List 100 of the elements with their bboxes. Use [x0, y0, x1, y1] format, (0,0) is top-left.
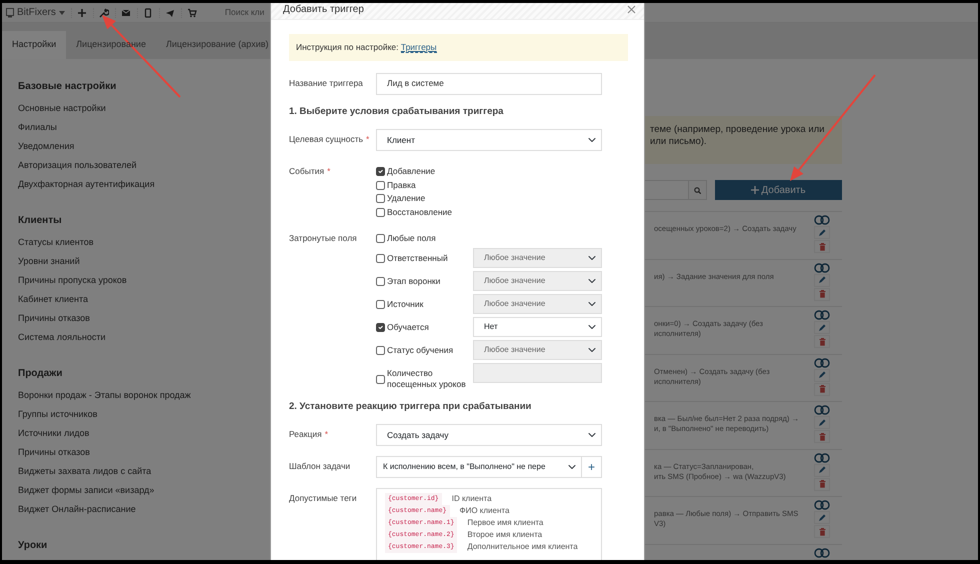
required-mark: *: [366, 134, 370, 144]
checkbox[interactable]: [376, 254, 385, 263]
checkbox[interactable]: [376, 194, 385, 204]
tab[interactable]: Лицензирование (архив): [156, 31, 278, 59]
instruction-link[interactable]: Триггеры: [400, 42, 437, 53]
trash-icon: [818, 432, 826, 440]
toggle-icon[interactable]: [814, 310, 830, 320]
phone-icon[interactable]: [143, 8, 154, 18]
sidebar-link[interactable]: Кабинет клиента: [18, 293, 270, 312]
monitor-icon: [6, 8, 14, 18]
tab[interactable]: Настройки: [2, 31, 66, 59]
trash-icon: [818, 290, 826, 298]
sidebar-link[interactable]: Группы источников: [18, 408, 270, 427]
delete-button[interactable]: [814, 335, 830, 348]
sidebar-link[interactable]: Авторизация пользователей: [18, 159, 270, 178]
sidebar-link[interactable]: Основные настройки: [18, 102, 270, 121]
caret-icon[interactable]: [58, 10, 65, 14]
checkbox[interactable]: [376, 208, 385, 217]
checkbox[interactable]: [376, 234, 385, 243]
checkbox-label: Этап воронки: [387, 276, 440, 287]
pencil-icon: [818, 276, 826, 284]
close-button[interactable]: [627, 5, 636, 14]
toggle-icon[interactable]: [814, 548, 830, 558]
checkbox-label: Статус обучения: [387, 345, 454, 356]
checkbox[interactable]: [376, 346, 385, 355]
sidebar-link[interactable]: Двухфакторная аутентификация: [18, 178, 270, 197]
add-template-button[interactable]: +: [582, 456, 602, 478]
tag-description: ФИО клиента: [460, 505, 510, 518]
cart-icon[interactable]: [187, 8, 198, 18]
section-heading: 1. Выберите условия срабатывания триггера: [289, 104, 504, 119]
sidebar-link[interactable]: Виджет Онлайн-расписание: [18, 503, 270, 522]
sidebar-link[interactable]: Причины отказов: [18, 312, 270, 331]
plus-icon[interactable]: [77, 8, 88, 18]
checkbox[interactable]: [376, 374, 385, 384]
field-label: Реакция: [289, 429, 322, 440]
sidebar-link[interactable]: Воронки продаж - Этапы воронок продаж: [18, 389, 270, 408]
pencil-icon: [818, 371, 826, 379]
field-label: Шаблон задачи: [289, 461, 350, 472]
delete-button[interactable]: [814, 240, 830, 253]
toggle-icon[interactable]: [814, 215, 830, 225]
sidebar-link[interactable]: Уведомления: [18, 140, 270, 159]
trash-icon: [818, 528, 826, 536]
dropdown[interactable]: Создать задачу: [376, 424, 602, 446]
toggle-icon[interactable]: [814, 452, 830, 462]
toggle-icon[interactable]: [814, 262, 830, 272]
paper-plane-icon[interactable]: [165, 8, 176, 18]
field-label: Затронутые поля: [289, 233, 357, 243]
section-heading: Клиенты: [18, 215, 63, 227]
dropdown[interactable]: Любое значение: [473, 271, 602, 291]
envelope-icon[interactable]: [121, 8, 132, 18]
toggle-icon[interactable]: [814, 500, 830, 510]
checkbox-label: Количество посещенных уроков: [387, 368, 467, 390]
brand-name[interactable]: BitFixers: [17, 5, 56, 20]
checkbox[interactable]: [376, 300, 385, 309]
checkbox[interactable]: [376, 323, 385, 332]
checkbox[interactable]: [376, 167, 385, 176]
dropdown[interactable]: Клиент: [376, 129, 602, 151]
field-label: Название триггера: [289, 78, 363, 88]
sidebar-link[interactable]: Причины пропуска уроков: [18, 274, 270, 293]
toggle-icon[interactable]: [814, 358, 830, 368]
text-field[interactable]: [473, 363, 602, 383]
delete-button[interactable]: [814, 478, 830, 490]
text-field[interactable]: Лид в системе: [376, 72, 602, 95]
field-label: Целевая сущность: [289, 134, 364, 144]
sidebar-link[interactable]: Причины отказов: [18, 446, 270, 465]
close-icon: [627, 5, 636, 14]
checkbox-label: Любые поля: [387, 233, 436, 244]
delete-button[interactable]: [814, 288, 830, 300]
dropdown[interactable]: Любое значение: [473, 248, 602, 268]
dropdown[interactable]: Любое значение: [473, 340, 602, 360]
delete-button[interactable]: [814, 430, 830, 443]
sidebar-link[interactable]: Источники лидов: [18, 427, 270, 446]
checkbox[interactable]: [376, 277, 385, 286]
trash-icon: [818, 338, 826, 346]
dropdown[interactable]: Нет: [473, 317, 602, 337]
modal-title: Добавить триггер: [283, 3, 364, 17]
pencil-icon: [818, 228, 826, 236]
tag-description: ID клиента: [452, 493, 492, 506]
trash-icon: [818, 385, 826, 393]
field-label: Допустимые теги: [289, 493, 357, 504]
sidebar-link[interactable]: Виджеты захвата лидов с сайта: [18, 465, 270, 484]
delete-button[interactable]: [814, 382, 830, 396]
wrench-icon[interactable]: [99, 8, 110, 18]
required-mark: *: [327, 166, 330, 176]
checkbox-label: Восстановление: [387, 206, 452, 219]
pencil-icon: [818, 324, 826, 332]
sidebar-link[interactable]: Виджет формы записи «визард»: [18, 484, 270, 503]
toggle-icon[interactable]: [814, 405, 830, 415]
add-button[interactable]: Добавить: [715, 180, 842, 200]
checkbox[interactable]: [376, 180, 385, 190]
dropdown[interactable]: Любое значение: [473, 294, 602, 314]
dropdown[interactable]: К исполнению всем, в "Выполнено" не пере: [376, 456, 582, 478]
tag-description: Второе имя клиента: [467, 529, 542, 542]
sidebar-link[interactable]: Филиалы: [18, 121, 270, 140]
sidebar-link[interactable]: Статусы клиентов: [18, 236, 270, 255]
sidebar-link[interactable]: Уровни знаний: [18, 255, 270, 274]
trash-icon: [818, 242, 826, 250]
sidebar-link[interactable]: Система лояльности: [18, 331, 270, 350]
delete-button[interactable]: [814, 525, 830, 538]
checkbox-label: Обучается: [387, 322, 429, 333]
